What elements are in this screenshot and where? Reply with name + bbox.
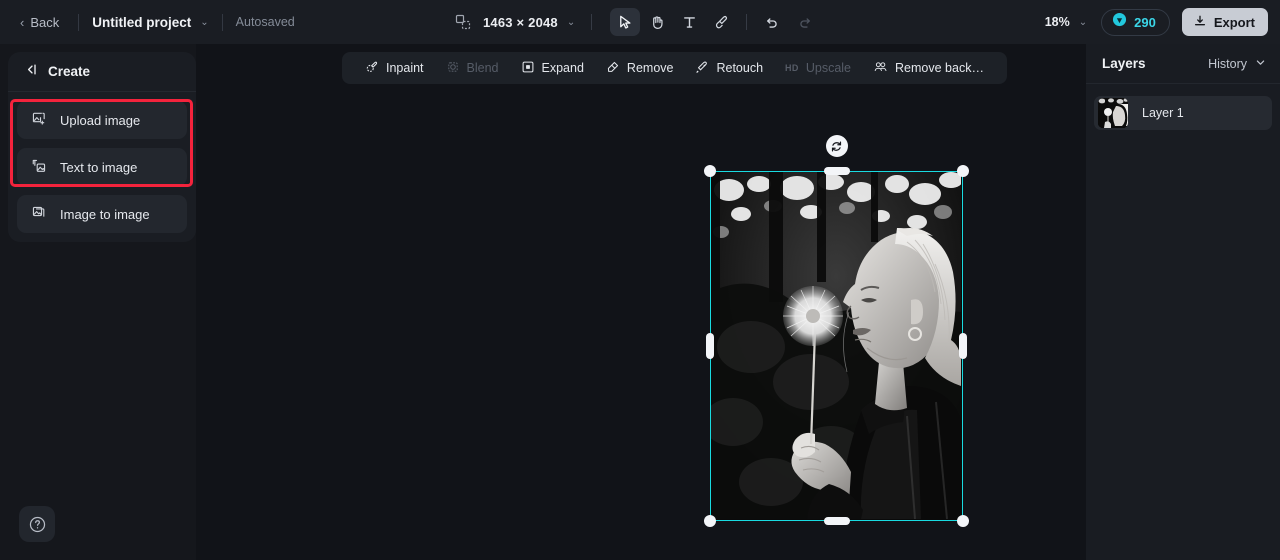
autosaved-status: Autosaved bbox=[235, 15, 295, 29]
history-dropdown[interactable]: History bbox=[1208, 57, 1266, 71]
layers-list: Layer 1 bbox=[1086, 84, 1280, 142]
header-divider-1 bbox=[78, 13, 80, 31]
blend-icon bbox=[446, 60, 460, 77]
remove-background-icon bbox=[873, 60, 888, 77]
resize-handle-bottom-left[interactable] bbox=[704, 515, 716, 527]
sidebar-item-text-to-image[interactable]: Text to image bbox=[17, 148, 187, 186]
remove-label: Remove bbox=[626, 61, 674, 75]
remove-background-button[interactable]: Remove back… bbox=[862, 52, 995, 84]
header-center-group: 1463 × 2048 ⌄ bbox=[455, 0, 819, 44]
text-tool-button[interactable] bbox=[674, 8, 704, 36]
back-button-label: Back bbox=[30, 14, 60, 30]
layers-panel-header: Layers History bbox=[1086, 44, 1280, 84]
resize-handle-top-right[interactable] bbox=[957, 165, 969, 177]
inpaint-button[interactable]: Inpaint bbox=[354, 52, 435, 84]
upscale-label: Upscale bbox=[805, 61, 852, 75]
inpaint-label: Inpaint bbox=[386, 61, 424, 75]
sidebar-item-label: Text to image bbox=[60, 159, 138, 175]
text-to-image-icon bbox=[31, 158, 47, 177]
project-title: Untitled project bbox=[92, 14, 192, 30]
sidebar-item-image-to-image[interactable]: Image to image bbox=[17, 195, 187, 233]
retouch-icon bbox=[695, 60, 709, 77]
header-left-group: ‹ Back Untitled project ⌄ Autosaved bbox=[0, 11, 295, 34]
toolbar-separator-2 bbox=[746, 14, 748, 30]
photo-artwork bbox=[711, 172, 961, 519]
credit-coin-icon bbox=[1112, 12, 1127, 32]
redo-tool-button[interactable] bbox=[789, 8, 819, 36]
export-button[interactable]: Export bbox=[1181, 8, 1268, 36]
sidebar-items-list: Upload image Text to image Image to imag… bbox=[8, 92, 196, 233]
history-chevron-down-icon bbox=[1255, 57, 1266, 71]
upscale-hd-badge: HD bbox=[785, 63, 799, 73]
canvas-size-chevron-down-icon[interactable]: ⌄ bbox=[567, 17, 575, 28]
retouch-button[interactable]: Retouch bbox=[684, 52, 774, 84]
zoom-level-value: 18% bbox=[1044, 15, 1070, 29]
project-menu-chevron-down-icon[interactable]: ⌄ bbox=[200, 17, 208, 28]
canvas-size-icon bbox=[455, 14, 471, 30]
blend-label: Blend bbox=[466, 61, 499, 75]
resize-handle-bottom-right[interactable] bbox=[957, 515, 969, 527]
app-root: ‹ Back Untitled project ⌄ Autosaved 1463… bbox=[0, 0, 1280, 560]
zoom-chevron-down-icon[interactable]: ⌄ bbox=[1079, 17, 1087, 28]
blend-button: Blend bbox=[435, 52, 510, 84]
export-button-label: Export bbox=[1213, 14, 1255, 30]
inpaint-icon bbox=[365, 60, 379, 77]
expand-icon bbox=[521, 60, 535, 77]
resize-handle-bottom[interactable] bbox=[823, 517, 850, 525]
upload-image-icon bbox=[31, 111, 47, 130]
resize-handle-top[interactable] bbox=[823, 167, 850, 175]
expand-button[interactable]: Expand bbox=[510, 52, 595, 84]
download-icon bbox=[1193, 14, 1207, 31]
remove-button[interactable]: Remove bbox=[595, 52, 685, 84]
brush-tool-button[interactable] bbox=[706, 8, 736, 36]
credits-badge[interactable]: 290 bbox=[1101, 8, 1170, 36]
retouch-label: Retouch bbox=[716, 61, 764, 75]
help-button[interactable] bbox=[19, 506, 55, 542]
layer-name: Layer 1 bbox=[1142, 106, 1184, 120]
app-header: ‹ Back Untitled project ⌄ Autosaved 1463… bbox=[0, 0, 1280, 44]
credits-value: 290 bbox=[1134, 14, 1156, 30]
hand-tool-button[interactable] bbox=[642, 8, 672, 36]
upscale-button: HD Upscale bbox=[774, 52, 862, 84]
rotate-handle[interactable] bbox=[825, 135, 848, 157]
canvas-stage[interactable] bbox=[196, 44, 1086, 560]
expand-label: Expand bbox=[541, 61, 584, 75]
selected-image-frame[interactable] bbox=[704, 135, 969, 527]
layer-thumbnail bbox=[1098, 98, 1128, 128]
sidebar-item-label: Image to image bbox=[60, 206, 150, 222]
layers-panel-title: Layers bbox=[1102, 56, 1146, 71]
canvas-action-toolbar: Inpaint Blend Expand Remove Retouch HD U… bbox=[342, 52, 1007, 84]
resize-handle-left[interactable] bbox=[706, 333, 714, 359]
canvas-size-value: 1463 × 2048 bbox=[483, 14, 558, 30]
chevron-left-icon: ‹ bbox=[20, 14, 25, 30]
remove-icon bbox=[606, 60, 620, 77]
layer-item[interactable]: Layer 1 bbox=[1094, 96, 1272, 130]
header-divider-2 bbox=[221, 13, 223, 31]
layers-panel: Layers History Layer 1 bbox=[1086, 44, 1280, 560]
sidebar-item-label: Upload image bbox=[60, 112, 141, 128]
sidebar-title: Create bbox=[48, 64, 91, 79]
resize-handle-top-left[interactable] bbox=[704, 165, 716, 177]
toolbar-separator-1 bbox=[591, 14, 593, 30]
remove-background-label: Remove back… bbox=[895, 61, 984, 75]
create-sidebar: Create Upload image Text to image Image … bbox=[8, 52, 196, 242]
header-tool-group bbox=[610, 8, 819, 36]
back-button[interactable]: ‹ Back bbox=[14, 11, 65, 34]
resize-handle-right[interactable] bbox=[959, 333, 967, 359]
sidebar-header: Create bbox=[8, 52, 196, 92]
select-tool-button[interactable] bbox=[610, 8, 641, 36]
collapse-left-icon[interactable] bbox=[23, 62, 38, 82]
history-label: History bbox=[1208, 56, 1247, 71]
undo-tool-button[interactable] bbox=[757, 8, 787, 36]
sidebar-item-upload-image[interactable]: Upload image bbox=[17, 101, 187, 139]
canvas-photo[interactable] bbox=[710, 171, 963, 521]
header-right-group: 18% ⌄ 290 Export bbox=[1045, 0, 1268, 44]
image-to-image-icon bbox=[31, 205, 47, 224]
